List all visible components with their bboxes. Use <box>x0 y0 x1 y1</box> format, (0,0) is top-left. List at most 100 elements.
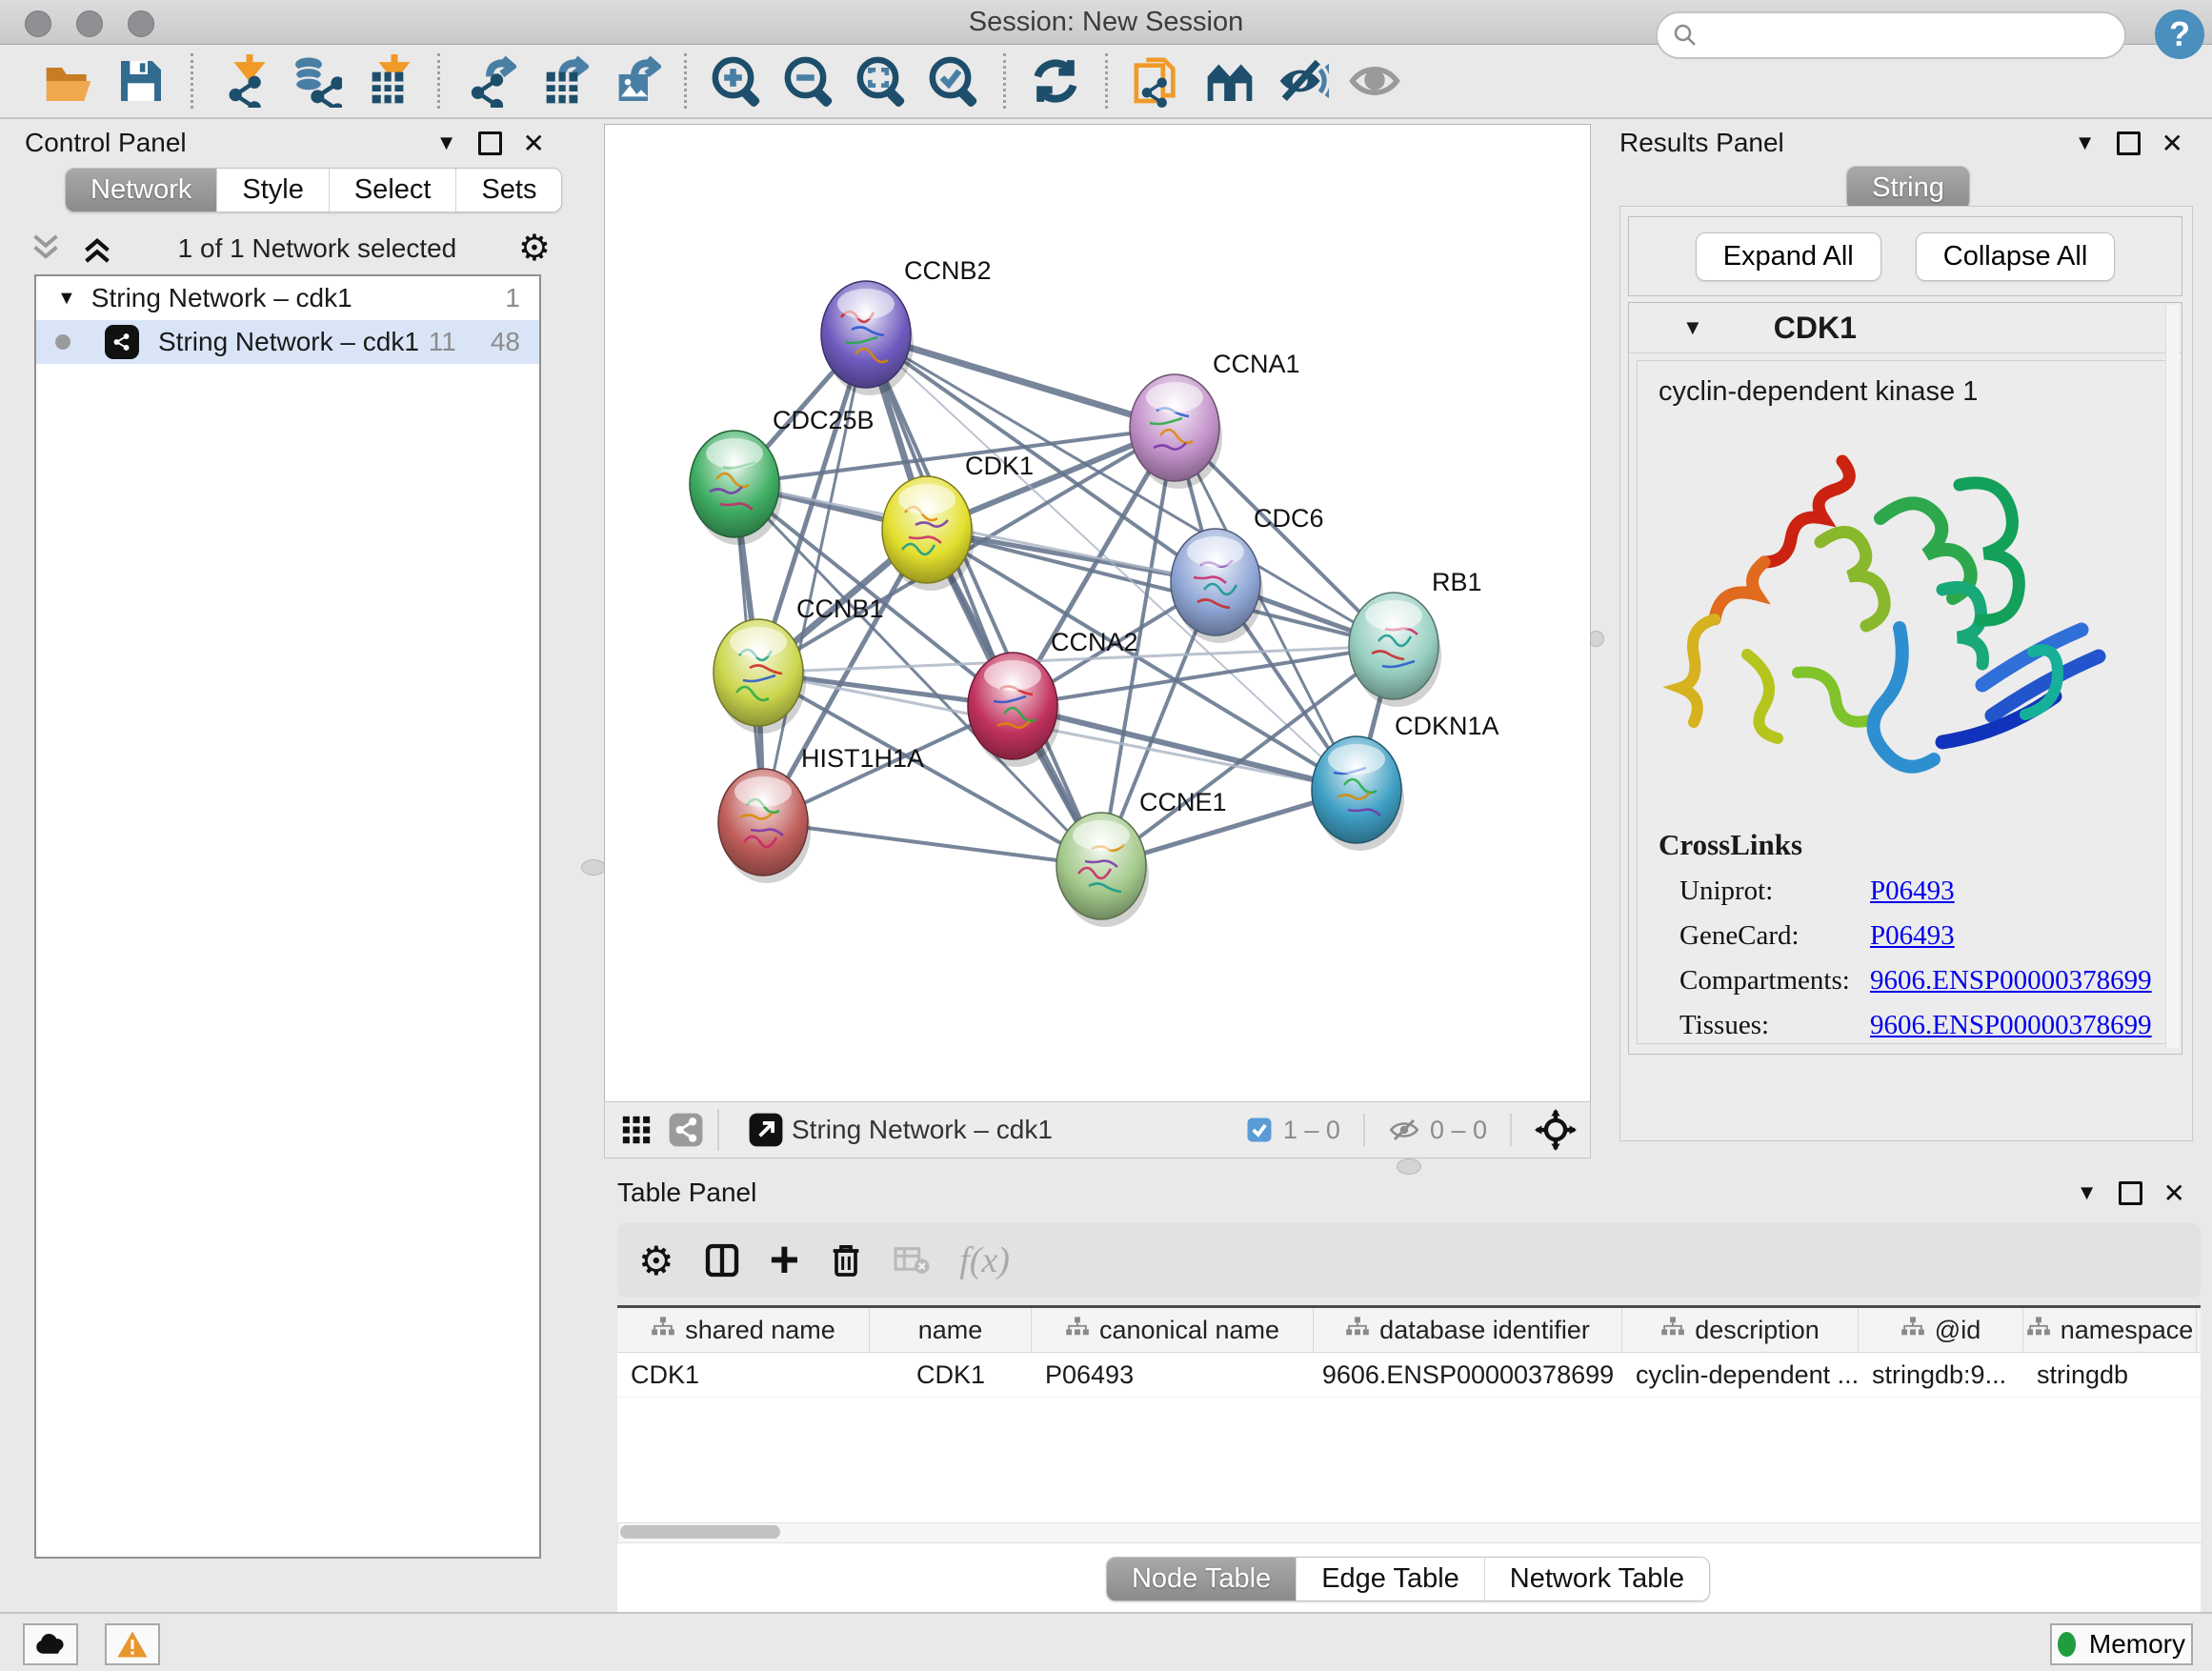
grid-view-icon[interactable] <box>620 1114 653 1146</box>
node-rb1[interactable] <box>1349 593 1441 707</box>
column-header-shared-name[interactable]: shared name <box>617 1308 870 1352</box>
save-session-button[interactable] <box>112 52 170 110</box>
tab-style[interactable]: Style <box>217 169 329 211</box>
import-network-button[interactable] <box>214 52 271 110</box>
column-header-description[interactable]: description <box>1622 1308 1859 1352</box>
tab-network-table[interactable]: Network Table <box>1485 1558 1709 1601</box>
panel-close-icon[interactable]: ✕ <box>2162 128 2183 159</box>
refresh-button[interactable] <box>1027 52 1084 110</box>
zoom-fit-button[interactable] <box>853 52 910 110</box>
tab-select[interactable]: Select <box>330 169 457 211</box>
panel-close-icon[interactable]: ✕ <box>2163 1178 2185 1209</box>
node-ccna2[interactable] <box>968 653 1060 767</box>
crosslink-link[interactable]: 9606.ENSP00000378699 <box>1870 965 2152 997</box>
tab-edge-table[interactable]: Edge Table <box>1297 1558 1485 1601</box>
zoom-in-button[interactable] <box>708 52 765 110</box>
panel-menu-icon[interactable]: ▼ <box>436 131 457 155</box>
delete-column-icon[interactable] <box>828 1241 864 1279</box>
collection-caret-icon[interactable]: ▼ <box>57 288 76 310</box>
expand-all-button[interactable]: Expand All <box>1696 232 1881 281</box>
table-hscrollbar[interactable] <box>617 1522 2202 1543</box>
warning-button[interactable] <box>105 1623 160 1665</box>
cell-namespace[interactable]: stringdb <box>2023 1353 2197 1397</box>
network-collection-row[interactable]: ▼ String Network – cdk1 1 <box>36 276 539 320</box>
open-external-icon[interactable] <box>748 1112 784 1148</box>
cell-@id[interactable]: stringdb:9... <box>1859 1353 2023 1397</box>
panel-float-icon[interactable] <box>2119 1181 2142 1205</box>
import-database-button[interactable] <box>287 52 344 110</box>
tab-node-table[interactable]: Node Table <box>1107 1558 1297 1601</box>
network-graph[interactable]: CCNB2CCNA1CDC25BCDK1CDC6RB1CCNB1CCNA2CDK… <box>605 125 1590 1101</box>
node-ccna1[interactable] <box>1130 374 1222 489</box>
node-ccne1[interactable] <box>1056 813 1149 927</box>
open-session-button[interactable] <box>40 52 97 110</box>
node-ccnb1[interactable] <box>714 619 806 734</box>
left-splitter-handle[interactable] <box>581 859 606 876</box>
export-image-button[interactable] <box>606 52 663 110</box>
table-row[interactable]: CDK1CDK1P064939606.ENSP00000378699cyclin… <box>617 1353 2201 1398</box>
panel-close-icon[interactable]: ✕ <box>523 128 545 159</box>
show-columns-icon[interactable] <box>703 1241 741 1279</box>
cell-name[interactable]: CDK1 <box>870 1353 1032 1397</box>
edge-ccna2-cdkn1a[interactable] <box>1013 706 1357 790</box>
node-cdc25b[interactable] <box>690 431 782 545</box>
node-cdkn1a[interactable] <box>1312 736 1404 851</box>
search-input[interactable] <box>1699 20 2124 51</box>
node-cdk1[interactable] <box>882 476 975 591</box>
hide-selected-button[interactable] <box>1274 52 1331 110</box>
zoom-out-button[interactable] <box>780 52 837 110</box>
expand-all-icon[interactable] <box>78 232 116 266</box>
node-ccnb2[interactable] <box>821 281 914 395</box>
edge-hist1h1a-ccne1[interactable] <box>763 822 1101 866</box>
tab-network[interactable]: Network <box>66 169 217 211</box>
node-label-rb1: RB1 <box>1432 568 1482 596</box>
entry-caret-icon[interactable]: ▼ <box>1682 315 1703 340</box>
column-header-database-identifier[interactable]: database identifier <box>1314 1308 1622 1352</box>
search-box[interactable] <box>1656 11 2126 59</box>
node-hist1h1a[interactable] <box>718 769 811 883</box>
cell-description[interactable]: cyclin-dependent ... <box>1622 1353 1859 1397</box>
export-table-button[interactable] <box>533 52 591 110</box>
horizontal-splitter-handle[interactable] <box>1397 1158 1421 1175</box>
crosslink-link[interactable]: P06493 <box>1870 876 1955 907</box>
import-table-button[interactable] <box>359 52 416 110</box>
column-header-canonical-name[interactable]: canonical name <box>1032 1308 1314 1352</box>
network-row-selected[interactable]: String Network – cdk1 11 48 <box>36 320 539 364</box>
zoom-selected-button[interactable] <box>925 52 982 110</box>
cloud-button[interactable] <box>23 1623 78 1665</box>
network-options-gear-icon[interactable]: ⚙ <box>518 231 551 267</box>
help-button[interactable]: ? <box>2155 10 2204 59</box>
create-column-icon[interactable]: + <box>770 1242 800 1278</box>
cell-canonical-name[interactable]: P06493 <box>1032 1353 1314 1397</box>
panel-menu-icon[interactable]: ▼ <box>2075 131 2096 155</box>
cell-shared-name[interactable]: CDK1 <box>617 1353 870 1397</box>
memory-button[interactable]: Memory <box>2050 1623 2193 1665</box>
selected-checkbox-icon[interactable] <box>1245 1116 1274 1144</box>
crosslink-link[interactable]: P06493 <box>1870 920 1955 952</box>
table-settings-gear-icon[interactable]: ⚙ <box>638 1238 674 1284</box>
column-header-name[interactable]: name <box>870 1308 1032 1352</box>
show-all-button[interactable] <box>1346 52 1403 110</box>
column-header-@id[interactable]: @id <box>1859 1308 2023 1352</box>
birdseye-target-icon[interactable] <box>1535 1109 1577 1151</box>
collapse-all-button[interactable]: Collapse All <box>1916 232 2116 281</box>
node-cdc6[interactable] <box>1171 529 1263 643</box>
export-network-button[interactable] <box>461 52 518 110</box>
clone-network-button[interactable] <box>1129 52 1186 110</box>
edge-ccnb2-ccne1[interactable] <box>866 334 1101 866</box>
tab-string[interactable]: String <box>1847 167 1969 210</box>
network-share-icon[interactable] <box>668 1112 704 1148</box>
crosslink-link[interactable]: 9606.ENSP00000378699 <box>1870 1010 2152 1041</box>
cell-database-identifier[interactable]: 9606.ENSP00000378699 <box>1314 1353 1622 1397</box>
first-neighbors-icon <box>1203 54 1257 108</box>
tab-sets[interactable]: Sets <box>456 169 561 211</box>
hidden-eye-icon[interactable] <box>1388 1116 1420 1144</box>
network-canvas[interactable]: CCNB2CCNA1CDC25BCDK1CDC6RB1CCNB1CCNA2CDK… <box>604 124 1591 1102</box>
panel-float-icon[interactable] <box>478 131 502 155</box>
collapse-all-icon[interactable] <box>27 232 65 266</box>
results-scrollbar[interactable] <box>2165 305 2180 1048</box>
first-neighbors-button[interactable] <box>1201 52 1258 110</box>
panel-menu-icon[interactable]: ▼ <box>2077 1180 2098 1205</box>
panel-float-icon[interactable] <box>2117 131 2141 155</box>
column-header-namespace[interactable]: namespace <box>2023 1308 2197 1352</box>
